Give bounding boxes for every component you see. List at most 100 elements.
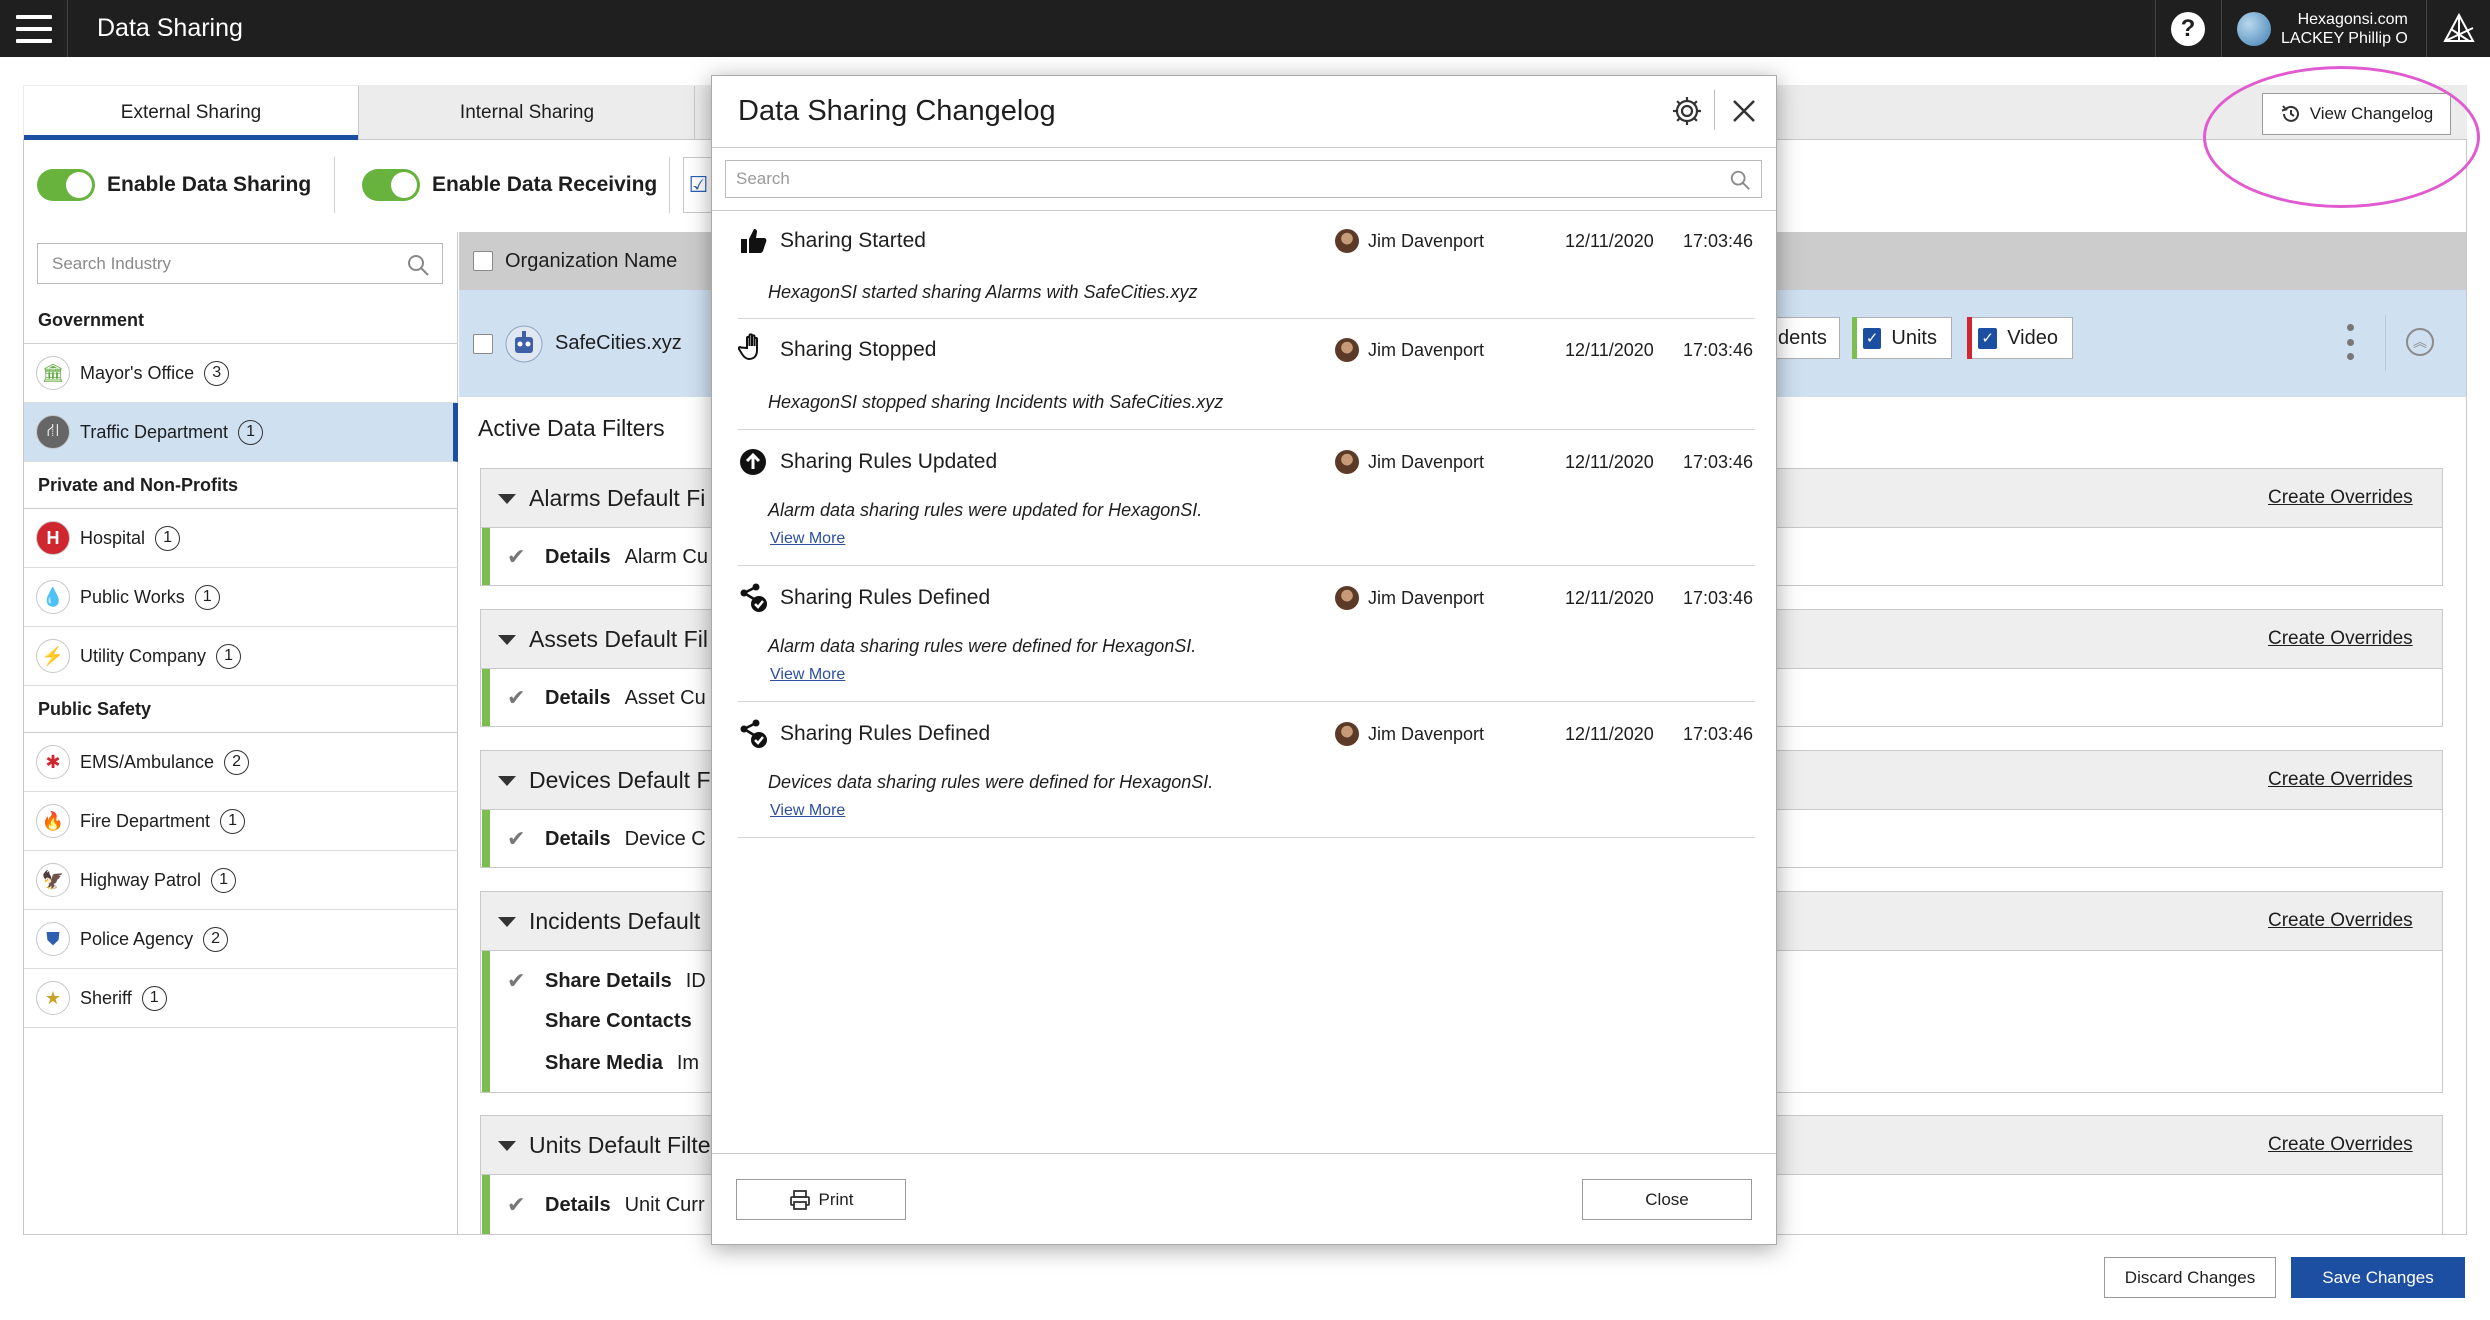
category-public-safety: Public Safety bbox=[24, 686, 458, 733]
sidebar-item-fire-department[interactable]: 🔥 Fire Department 1 bbox=[24, 792, 458, 851]
entry-date: 12/11/2020 bbox=[1565, 588, 1654, 608]
create-overrides-link[interactable]: Create Overrides bbox=[2268, 910, 2413, 932]
entry-user: Jim Davenport bbox=[1335, 450, 1484, 474]
entry-title: Sharing Started bbox=[780, 229, 926, 252]
count-badge: 1 bbox=[141, 985, 167, 1011]
entry-user: Jim Davenport bbox=[1335, 722, 1484, 746]
enable-data-sharing-toggle[interactable]: Enable Data Sharing bbox=[37, 163, 311, 207]
thumbs-up-icon bbox=[741, 229, 767, 253]
stop-hand-icon bbox=[738, 333, 758, 361]
entry-description: Devices data sharing rules were defined … bbox=[768, 772, 1214, 792]
create-overrides-link[interactable]: Create Overrides bbox=[2268, 1134, 2413, 1156]
checklist-icon[interactable]: ☑ bbox=[683, 157, 713, 213]
collapse-up-icon[interactable]: ︽ bbox=[2406, 328, 2434, 356]
sidebar-item-label: Fire Department bbox=[80, 810, 211, 831]
detail-label: Share Contacts bbox=[545, 1010, 692, 1032]
more-options-icon[interactable] bbox=[2345, 324, 2355, 360]
printer-icon bbox=[789, 1189, 810, 1210]
brand-logo-icon[interactable] bbox=[2426, 0, 2490, 57]
close-icon[interactable] bbox=[1727, 94, 1761, 128]
sidebar-item-hospital[interactable]: H Hospital 1 bbox=[24, 509, 458, 568]
print-label: Print bbox=[818, 1189, 854, 1209]
government-building-icon: 🏛 bbox=[36, 356, 70, 390]
chip-incidents[interactable]: dents bbox=[1768, 317, 1840, 359]
hamburger-menu-icon[interactable] bbox=[0, 0, 68, 57]
entry-user-name: Jim Davenport bbox=[1368, 723, 1485, 744]
entry-date: 12/11/2020 bbox=[1565, 452, 1654, 472]
print-button[interactable]: Print bbox=[736, 1179, 906, 1220]
search-icon bbox=[408, 255, 429, 276]
view-more-link[interactable]: View More bbox=[770, 802, 845, 820]
detail-value: Alarm Cu bbox=[624, 545, 708, 568]
filter-accent-bar bbox=[482, 810, 490, 867]
user-domain: Hexagonsi.com bbox=[2297, 10, 2408, 28]
lightning-icon: ⚡ bbox=[36, 639, 70, 673]
sidebar-item-utility-company[interactable]: ⚡ Utility Company 1 bbox=[24, 627, 458, 686]
filter-accent-bar bbox=[482, 669, 490, 726]
filter-detail-row: ✔ Share Details ID bbox=[507, 968, 706, 994]
count-badge: 1 bbox=[238, 419, 264, 445]
organization-name-header: Organization Name bbox=[505, 249, 678, 272]
divider bbox=[712, 210, 1776, 211]
robot-avatar-icon bbox=[505, 325, 543, 362]
chip-video[interactable]: ✓ Video bbox=[1967, 317, 2073, 359]
category-private-nonprofits: Private and Non-Profits bbox=[24, 462, 458, 509]
active-data-filters-title: Active Data Filters bbox=[478, 415, 665, 441]
filter-detail-row: ✔ Details Unit Curr bbox=[507, 1192, 705, 1218]
count-badge: 1 bbox=[155, 525, 181, 551]
sidebar-item-label: Highway Patrol bbox=[80, 869, 202, 890]
detail-value: Asset Cu bbox=[624, 686, 706, 709]
sidebar-item-ems-ambulance[interactable]: ✱ EMS/Ambulance 2 bbox=[24, 733, 458, 792]
close-button[interactable]: Close bbox=[1582, 1179, 1752, 1220]
user-menu[interactable]: Hexagonsi.com LACKEY Phillip O bbox=[2221, 0, 2426, 57]
filter-accent-bar bbox=[482, 528, 490, 585]
entry-description: HexagonSI started sharing Alarms with Sa… bbox=[768, 282, 1198, 302]
row-checkbox[interactable] bbox=[473, 333, 493, 354]
discard-changes-button[interactable]: Discard Changes bbox=[2104, 1257, 2276, 1298]
chip-units[interactable]: ✓ Units bbox=[1852, 317, 1952, 359]
sidebar-item-police-agency[interactable]: ⛊ Police Agency 2 bbox=[24, 910, 458, 969]
changelog-entry: Sharing Started Jim Davenport 12/11/2020… bbox=[738, 212, 1755, 319]
filter-detail-row: Share Contacts bbox=[507, 1010, 706, 1033]
changelog-search-input[interactable]: Search bbox=[725, 160, 1762, 198]
divider bbox=[1714, 90, 1715, 130]
settings-gear-icon[interactable] bbox=[1670, 94, 1704, 128]
save-changes-button[interactable]: Save Changes bbox=[2291, 1257, 2465, 1298]
sidebar-item-mayors-office[interactable]: 🏛 Mayor's Office 3 bbox=[24, 344, 458, 403]
view-more-link[interactable]: View More bbox=[770, 530, 845, 548]
entry-date: 12/11/2020 bbox=[1565, 340, 1654, 360]
filter-detail-row: ✔ Details Alarm Cu bbox=[507, 544, 708, 570]
enable-data-receiving-toggle[interactable]: Enable Data Receiving bbox=[362, 163, 657, 207]
user-avatar bbox=[1335, 229, 1359, 253]
share-check-icon bbox=[740, 583, 767, 612]
star-of-life-icon: ✱ bbox=[36, 745, 70, 779]
detail-label: Share Media bbox=[545, 1052, 663, 1074]
sidebar-item-sheriff[interactable]: ★ Sheriff 1 bbox=[24, 969, 458, 1028]
search-industry-input[interactable]: Search Industry bbox=[37, 243, 443, 284]
create-overrides-link[interactable]: Create Overrides bbox=[2268, 487, 2413, 509]
toggle-switch-icon bbox=[37, 169, 95, 201]
count-badge: 1 bbox=[220, 808, 246, 834]
help-button[interactable]: ? bbox=[2155, 0, 2220, 57]
eagle-badge-icon: 🦅 bbox=[36, 863, 70, 897]
filter-group-title: Units Default Filte bbox=[529, 1131, 711, 1158]
tab-internal-sharing[interactable]: Internal Sharing bbox=[360, 86, 695, 139]
select-all-checkbox[interactable] bbox=[473, 251, 493, 271]
changelog-entry: Sharing Rules Defined Jim Davenport 12/1… bbox=[738, 566, 1755, 702]
sidebar-item-public-works[interactable]: 💧 Public Works 1 bbox=[24, 568, 458, 627]
entry-time: 17:03:46 bbox=[1683, 724, 1754, 744]
divider bbox=[334, 157, 335, 213]
sidebar-item-highway-patrol[interactable]: 🦅 Highway Patrol 1 bbox=[24, 851, 458, 910]
detail-value: Device C bbox=[624, 827, 706, 850]
create-overrides-link[interactable]: Create Overrides bbox=[2268, 628, 2413, 650]
create-overrides-link[interactable]: Create Overrides bbox=[2268, 769, 2413, 791]
entry-user-name: Jim Davenport bbox=[1368, 230, 1485, 251]
view-more-link[interactable]: View More bbox=[770, 666, 845, 684]
chip-label: Video bbox=[2007, 326, 2058, 349]
entry-user-name: Jim Davenport bbox=[1368, 587, 1485, 608]
count-badge: 1 bbox=[216, 643, 242, 669]
filter-group-title: Assets Default Fil bbox=[529, 625, 708, 652]
sidebar-item-traffic-department[interactable]: ⛙ Traffic Department 1 bbox=[24, 403, 458, 462]
tab-external-sharing[interactable]: External Sharing bbox=[24, 86, 359, 140]
sidebar-item-label: EMS/Ambulance bbox=[80, 751, 215, 772]
